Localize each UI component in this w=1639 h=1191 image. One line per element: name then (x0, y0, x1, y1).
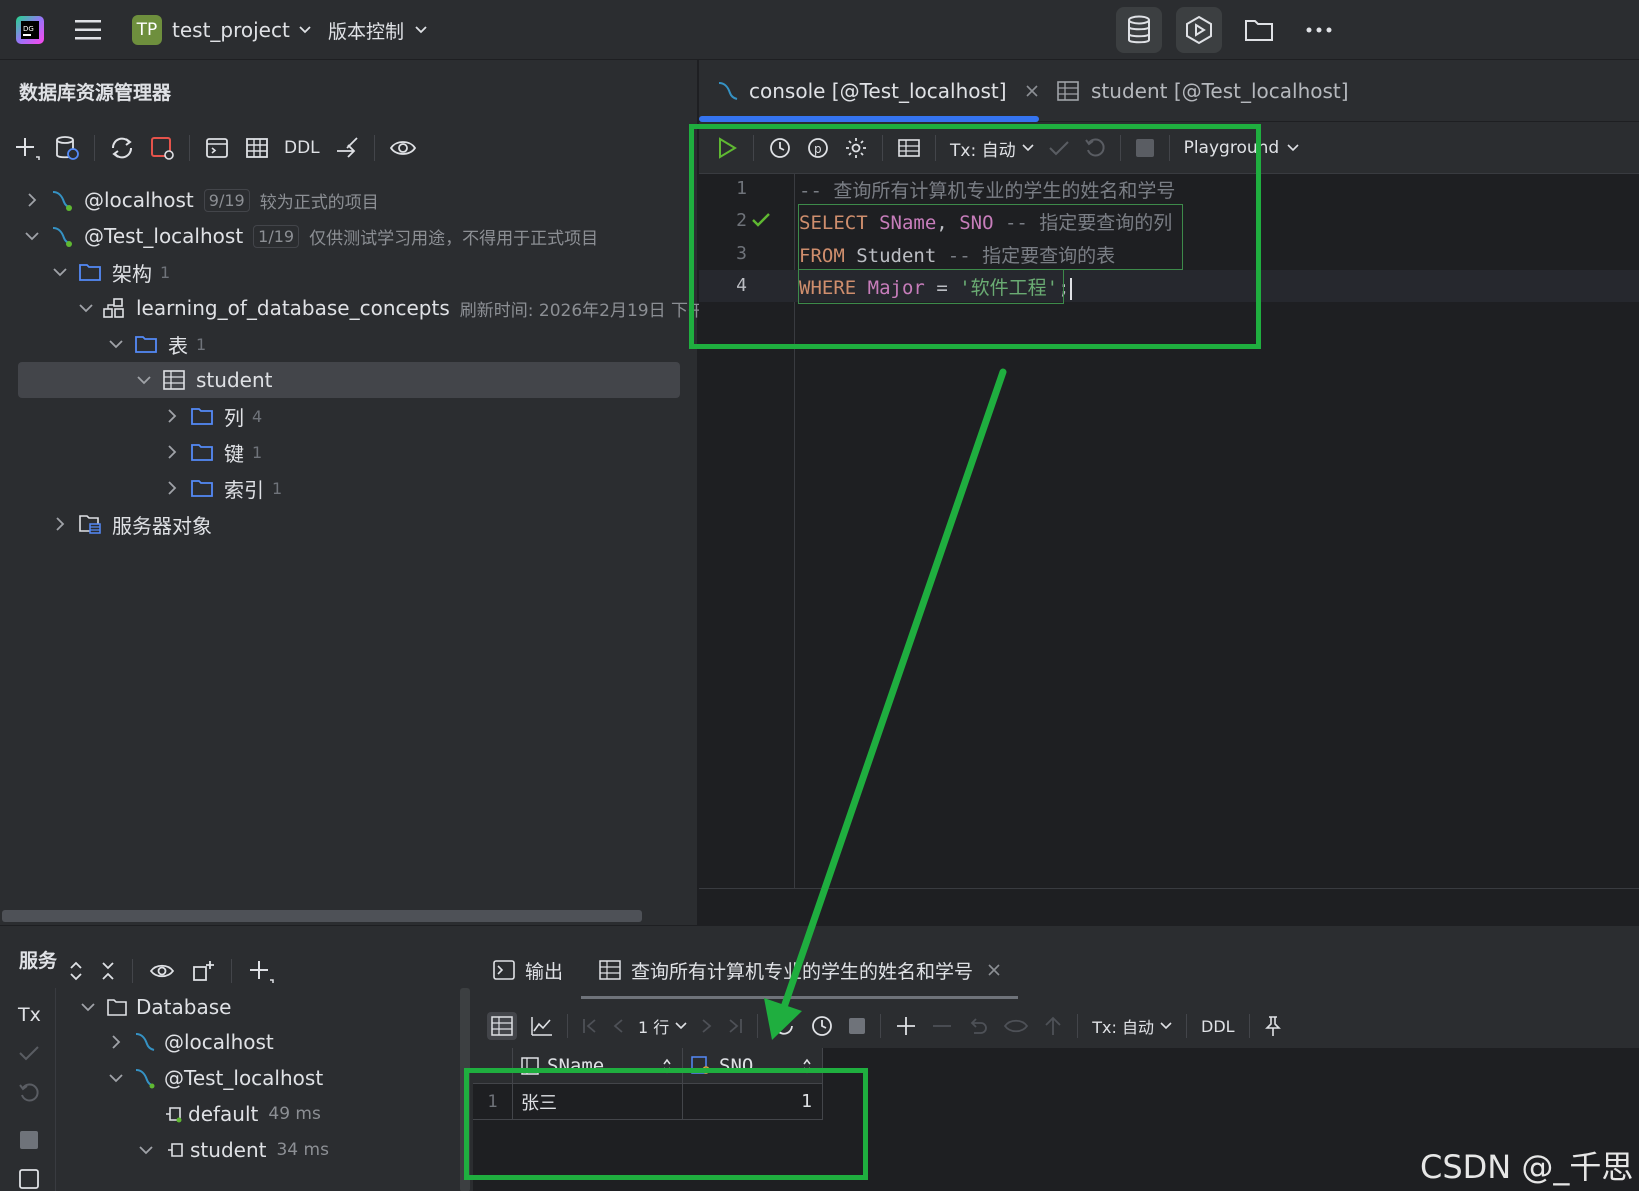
annotation-arrow (764, 368, 1007, 1040)
watermark: CSDN @_千思_ (1420, 1148, 1634, 1191)
